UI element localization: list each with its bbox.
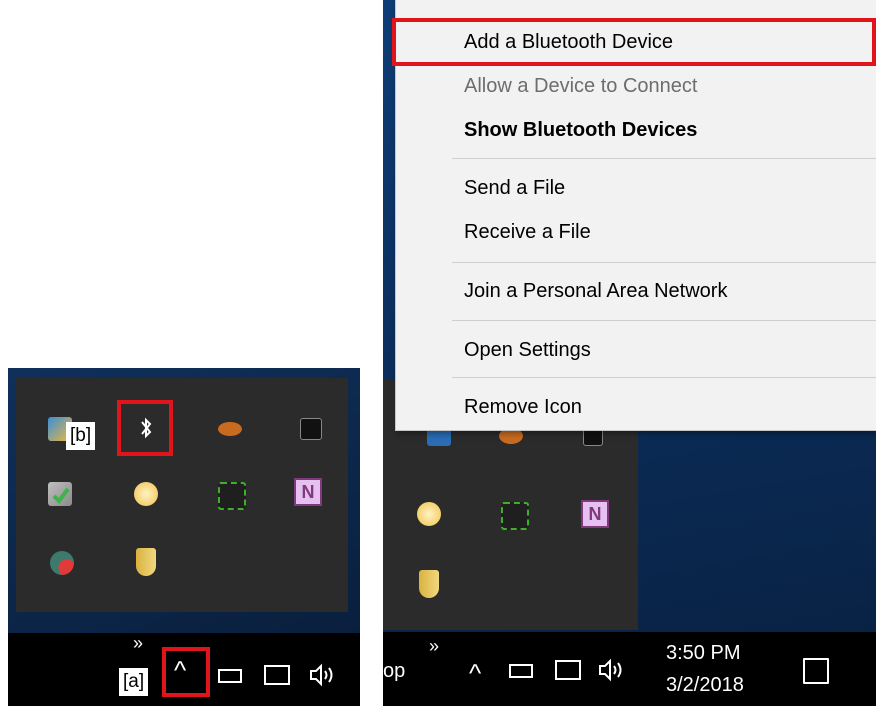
green-dotted-tray-icon[interactable]: [218, 482, 246, 510]
menu-separator: [452, 320, 876, 321]
black-window-tray-icon[interactable]: [300, 418, 322, 440]
menu-item-show-bluetooth-devices[interactable]: Show Bluetooth Devices: [396, 108, 876, 152]
checkmark-icon: [52, 487, 70, 505]
shield-tray-icon[interactable]: [136, 548, 156, 576]
menu-separator: [452, 377, 876, 378]
power-icon[interactable]: [218, 669, 242, 683]
power-icon[interactable]: [509, 664, 533, 678]
overflow-chevron[interactable]: »: [133, 633, 143, 654]
volume-icon[interactable]: [597, 658, 627, 682]
error-globe-tray-icon[interactable]: [50, 551, 74, 575]
shield-tray-icon[interactable]: [419, 570, 439, 598]
left-screenshot-panel: N [b] » ^ [a]: [8, 368, 360, 706]
menu-separator: [452, 262, 876, 263]
tray-overflow-flyout: N: [16, 378, 348, 612]
annotation-label-b: [b]: [66, 422, 96, 450]
highlight-box-chevron: [162, 647, 210, 697]
clock-date[interactable]: 3/2/2018: [666, 674, 744, 697]
onenote-tray-icon[interactable]: N: [294, 478, 322, 506]
onenote-tray-icon[interactable]: N: [581, 500, 609, 528]
highlight-box-add-bluetooth-device: [392, 18, 876, 66]
taskbar: op » ^ 3:50 PM 3/2/2018: [383, 632, 876, 706]
menu-item-open-settings[interactable]: Open Settings: [396, 328, 876, 372]
menu-item-send-file[interactable]: Send a File: [396, 166, 876, 210]
speaker-icon: [599, 658, 622, 682]
clock-face-tray-icon[interactable]: [134, 482, 158, 506]
annotation-label-a: [a]: [119, 668, 149, 696]
overflow-chevron[interactable]: »: [429, 636, 439, 657]
printer-check-tray-icon[interactable]: [48, 482, 72, 506]
menu-item-allow-device-to-connect: Allow a Device to Connect: [464, 75, 698, 97]
green-dotted-tray-icon[interactable]: [501, 502, 529, 530]
network-icon[interactable]: [264, 665, 290, 685]
partial-taskbar-text: op: [383, 660, 406, 682]
volume-icon[interactable]: [308, 663, 338, 687]
clock-time[interactable]: 3:50 PM: [666, 642, 740, 665]
menu-item-join-personal-area-network[interactable]: Join a Personal Area Network: [396, 269, 876, 313]
orange-disc-tray-icon[interactable]: [218, 422, 242, 436]
menu-item-receive-file[interactable]: Receive a File: [396, 210, 876, 254]
menu-item-remove-icon[interactable]: Remove Icon: [396, 385, 876, 429]
menu-separator: [452, 158, 876, 159]
speaker-icon: [310, 663, 333, 687]
network-icon[interactable]: [555, 660, 581, 680]
highlight-box-bluetooth: [117, 400, 173, 456]
action-center-icon[interactable]: [803, 658, 829, 684]
show-hidden-icons-button[interactable]: ^: [469, 658, 481, 689]
clock-face-tray-icon[interactable]: [417, 502, 441, 526]
